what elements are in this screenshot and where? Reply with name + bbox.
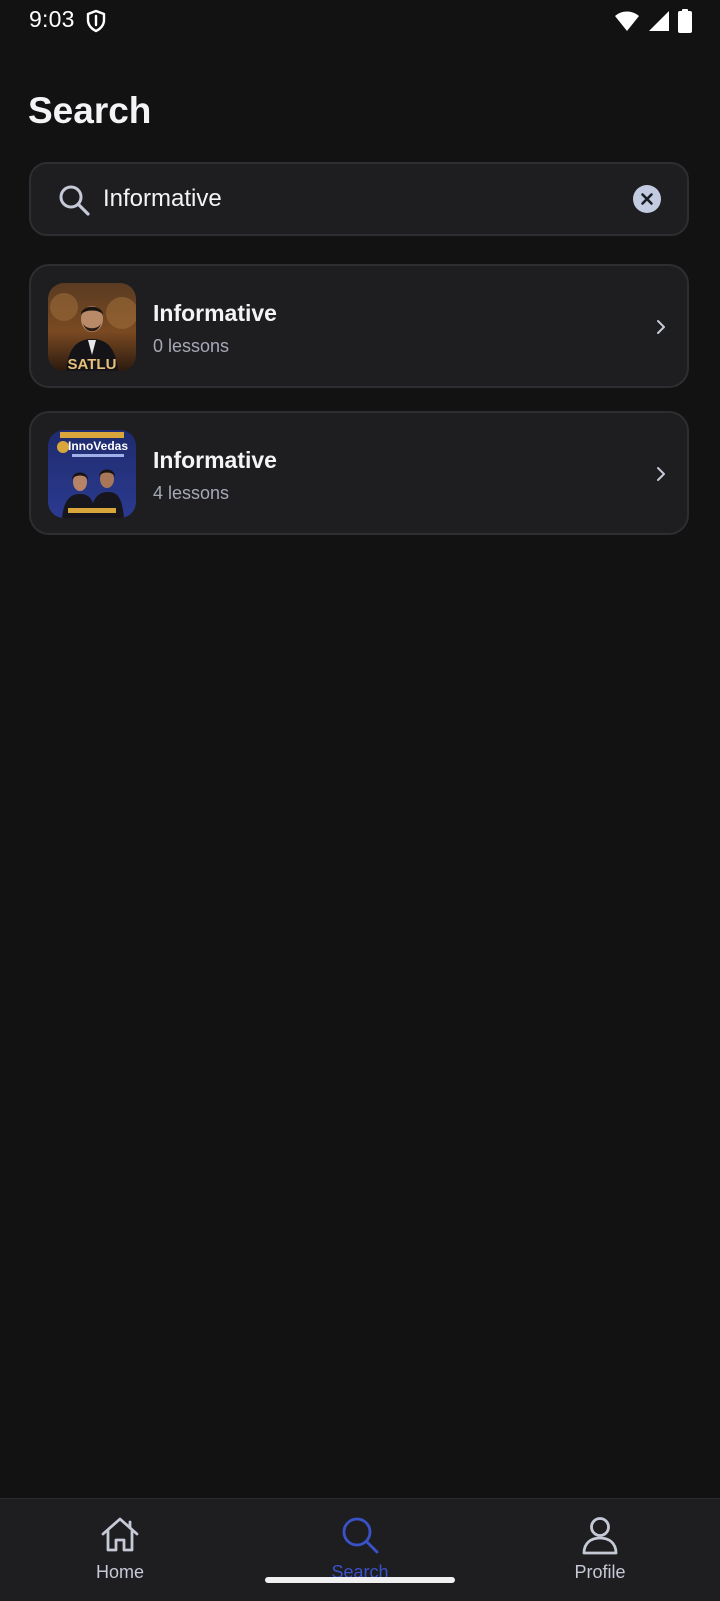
status-bar: 9:03: [0, 0, 720, 44]
bottom-nav: Home Search Profile: [0, 1498, 720, 1601]
thumbnail-text: SATLU: [68, 356, 117, 371]
thumbnail-text: InnoVedas: [68, 439, 128, 453]
course-thumbnail: SATLU: [48, 283, 136, 371]
status-icons: [614, 9, 692, 33]
status-time: 9:03: [29, 6, 75, 32]
search-icon: [59, 185, 90, 216]
search-input[interactable]: [101, 176, 613, 222]
card-title: Informative: [153, 300, 277, 326]
card-title: Informative: [153, 447, 277, 473]
battery-icon: [678, 9, 692, 33]
close-icon: [641, 193, 653, 205]
search-bar[interactable]: [29, 162, 689, 236]
shield-icon: [86, 9, 106, 33]
home-icon: [101, 1517, 139, 1552]
result-card[interactable]: SATLU Informative 0 lessons: [29, 264, 689, 388]
profile-icon: [582, 1517, 618, 1555]
clear-search-button[interactable]: [633, 185, 661, 213]
home-indicator[interactable]: [265, 1577, 455, 1583]
chevron-right-icon: [657, 320, 665, 334]
page-title: Search: [28, 90, 152, 131]
card-lesson-count: 4 lessons: [153, 483, 230, 503]
nav-item-home[interactable]: Home: [50, 1513, 190, 1593]
card-lesson-count: 0 lessons: [153, 336, 230, 356]
nav-label-profile: Profile: [574, 1562, 626, 1582]
cell-signal-icon: [649, 11, 669, 31]
search-icon: [342, 1517, 379, 1554]
chevron-right-icon: [657, 467, 665, 481]
wifi-icon: [615, 11, 639, 31]
course-thumbnail: InnoVedas: [48, 430, 136, 518]
nav-item-profile[interactable]: Profile: [530, 1513, 670, 1593]
result-card[interactable]: InnoVedas Informative 4 lessons: [29, 411, 689, 535]
nav-label-home: Home: [95, 1562, 144, 1582]
